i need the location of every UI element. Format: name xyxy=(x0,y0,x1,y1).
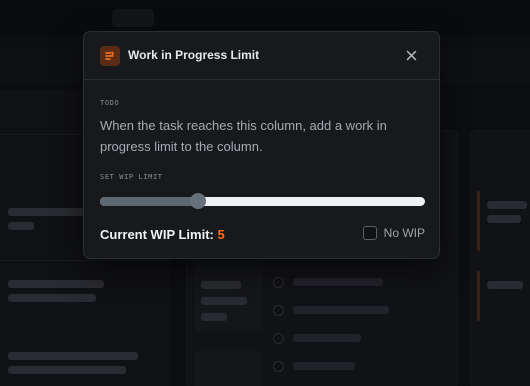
background-card xyxy=(195,351,263,386)
slider-thumb[interactable] xyxy=(190,193,206,209)
set-wip-limit-label: SET WIP LIMIT xyxy=(100,173,163,181)
background-text xyxy=(8,294,96,302)
background-icon xyxy=(273,361,284,372)
background-text xyxy=(487,281,523,289)
current-wip-limit: Current WIP Limit: 5 xyxy=(100,227,225,242)
close-icon xyxy=(406,50,416,60)
background-text xyxy=(293,278,383,286)
background-text xyxy=(487,215,521,223)
current-wip-label: Current WIP Limit: xyxy=(100,227,218,242)
background-text xyxy=(8,208,88,216)
slider-fill xyxy=(100,197,198,206)
wip-limit-modal: Work in Progress Limit TODO When the tas… xyxy=(83,31,440,259)
modal-description: When the task reaches this column, add a… xyxy=(100,118,387,154)
background-text xyxy=(487,201,527,209)
background-pill xyxy=(112,9,154,27)
background-text xyxy=(201,297,247,305)
background-icon xyxy=(273,305,284,316)
background-accent-bar xyxy=(477,271,480,321)
background-text xyxy=(201,313,227,321)
background-text xyxy=(8,366,126,374)
background-text xyxy=(293,334,361,342)
background-icon xyxy=(273,277,284,288)
background-column xyxy=(470,130,530,386)
wip-limit-icon xyxy=(100,46,120,66)
close-button[interactable] xyxy=(403,47,419,63)
no-wip-checkbox[interactable] xyxy=(362,226,377,240)
background-icon xyxy=(273,333,284,344)
background-text xyxy=(201,281,241,289)
current-wip-value: 5 xyxy=(217,227,225,242)
background-divider xyxy=(0,260,170,261)
background-text xyxy=(293,362,355,370)
wip-limit-slider[interactable] xyxy=(100,192,425,212)
modal-header: Work in Progress Limit xyxy=(84,32,439,80)
modal-title: Work in Progress Limit xyxy=(128,48,260,62)
column-name-label: TODO xyxy=(100,99,120,107)
background-text xyxy=(8,280,104,288)
background-text xyxy=(8,222,34,230)
background-accent-bar xyxy=(477,191,480,251)
background-text xyxy=(293,306,389,314)
no-wip-label: No WIP xyxy=(383,226,425,240)
no-wip-toggle[interactable]: No WIP xyxy=(362,226,425,240)
background-text xyxy=(8,352,138,360)
